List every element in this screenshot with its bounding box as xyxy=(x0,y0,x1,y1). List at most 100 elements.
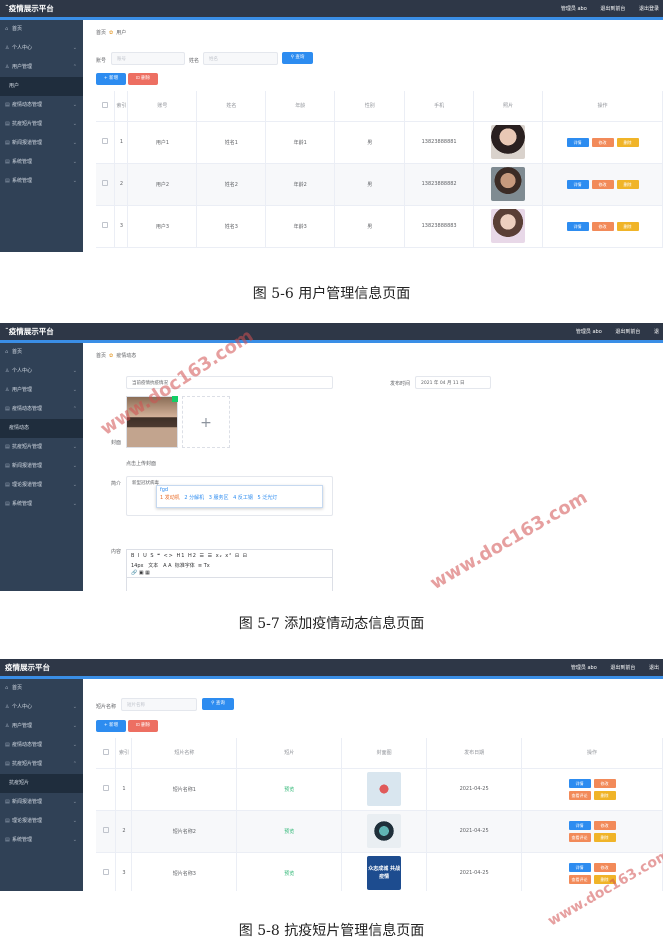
sidebar-item-system[interactable]: ▤ 系统管理 ⌄ xyxy=(0,495,83,514)
row-checkbox[interactable] xyxy=(102,180,109,186)
code-icon[interactable]: <> xyxy=(163,553,173,559)
col-index[interactable]: 索引 xyxy=(114,91,129,122)
sidebar-subitem-videos[interactable]: 抗疫短片 xyxy=(0,774,83,793)
sidebar-item-system[interactable]: ▤ 系统管理 ⌄ xyxy=(0,831,83,850)
ime-candidate[interactable]: 3 服务区 xyxy=(209,495,229,501)
row-delete-button[interactable]: 删除 xyxy=(616,179,639,189)
to-frontend-link[interactable]: 退出到前台 xyxy=(615,329,640,335)
sidebar-item-video[interactable]: ▤ 抗疫短片管理 ⌄ xyxy=(0,438,83,457)
sidebar-item-system[interactable]: ▤ 系统管理 ⌄ xyxy=(0,153,83,172)
h1-icon[interactable]: H1 xyxy=(176,553,185,559)
select-all-checkbox[interactable] xyxy=(102,748,109,755)
font-size-select[interactable]: 14px xyxy=(131,563,144,569)
upload-plus-icon[interactable]: + xyxy=(182,396,230,448)
underline-icon[interactable]: U xyxy=(143,553,148,559)
col-video-name[interactable]: 短片名称 xyxy=(131,738,238,769)
sidebar-item-epidemic[interactable]: ▤ 疫情动态管理 ⌃ xyxy=(0,400,83,419)
italic-icon[interactable]: I xyxy=(138,553,140,559)
sidebar-item-user-mgmt[interactable]: ♙ 用户管理 ⌃ xyxy=(0,58,83,77)
detail-button[interactable]: 详情 xyxy=(566,179,589,189)
bullet-list-icon[interactable]: ☰ xyxy=(208,553,213,559)
col-date[interactable]: 发布日期 xyxy=(426,738,523,769)
to-frontend-link[interactable]: 退出到前台 xyxy=(610,665,635,671)
h2-icon[interactable]: H2 xyxy=(188,553,197,559)
row-checkbox[interactable] xyxy=(102,138,109,144)
sidebar-item-epidemic[interactable]: ▤ 疫情动态管理 ⌄ xyxy=(0,736,83,755)
sidebar-item-profile[interactable]: ♙ 个人中心 ⌄ xyxy=(0,39,83,58)
col-account[interactable]: 账号 xyxy=(127,91,198,122)
view-comments-button[interactable]: 查看评论 xyxy=(568,832,591,842)
row-checkbox[interactable] xyxy=(102,222,109,228)
ordered-list-icon[interactable]: ☰ xyxy=(200,553,205,559)
superscript-icon[interactable]: x² xyxy=(225,553,232,559)
query-button[interactable]: ⚲ 查询 xyxy=(282,52,313,64)
strike-icon[interactable]: S xyxy=(150,553,154,559)
col-video[interactable]: 短片 xyxy=(236,738,343,769)
cell-video-preview[interactable]: 预览 xyxy=(236,852,343,891)
sidebar-item-profile[interactable]: ♙ 个人中心 ⌄ xyxy=(0,362,83,381)
sidebar-item-news[interactable]: ▤ 新闻报道管理 ⌄ xyxy=(0,457,83,476)
ime-candidate[interactable]: 4 反工钢 xyxy=(233,495,253,501)
ime-candidate[interactable]: 5 泛光灯 xyxy=(258,495,278,501)
edit-button[interactable]: 修改 xyxy=(593,820,616,830)
publish-date-input[interactable]: 2021 年 04 月 11 日 xyxy=(415,376,491,389)
rich-text-editor[interactable]: B I U S ❝ <> H1 H2 ☰ ☰ x₂ x² ⊟ ⊟ 14px 文本… xyxy=(126,549,333,591)
edit-button[interactable]: 修改 xyxy=(591,221,614,231)
image-icon[interactable]: ▣ xyxy=(139,570,144,576)
indent-icon[interactable]: ⊟ xyxy=(243,553,248,559)
sidebar-item-video[interactable]: ▤ 抗疫短片管理 ⌃ xyxy=(0,755,83,774)
detail-button[interactable]: 详情 xyxy=(566,137,589,147)
clear-format-icon[interactable]: Tx xyxy=(204,563,210,569)
align-icon[interactable]: ≡ xyxy=(198,563,202,569)
col-index[interactable]: 索引 xyxy=(115,738,133,769)
logout-link[interactable]: 退 xyxy=(654,329,659,335)
account-input[interactable]: 账号 xyxy=(111,52,185,65)
edit-button[interactable]: 修改 xyxy=(591,137,614,147)
query-button[interactable]: ⚲ 查询 xyxy=(202,698,234,710)
sidebar-item-system2[interactable]: ▤ 系统管理 ⌄ xyxy=(0,172,83,191)
edit-button[interactable]: 修改 xyxy=(593,778,616,788)
quote-icon[interactable]: ❝ xyxy=(157,553,161,559)
col-phone[interactable]: 手机 xyxy=(404,91,475,122)
logout-link[interactable]: 退出 xyxy=(649,665,659,671)
sidebar-item-user-mgmt[interactable]: ♙ 用户管理 ⌄ xyxy=(0,717,83,736)
sidebar-item-video[interactable]: ▤ 抗疫短片管理 ⌄ xyxy=(0,115,83,134)
sidebar-item-news[interactable]: ▤ 新闻报道管理 ⌄ xyxy=(0,134,83,153)
sidebar-item-user-mgmt[interactable]: ♙ 用户管理 ⌄ xyxy=(0,381,83,400)
to-frontend-link[interactable]: 退出到前台 xyxy=(600,6,625,12)
col-name[interactable]: 姓名 xyxy=(196,91,267,122)
row-checkbox[interactable] xyxy=(102,785,109,791)
view-comments-button[interactable]: 查看评论 xyxy=(568,874,591,884)
sidebar-item-news[interactable]: ▤ 新闻报道管理 ⌄ xyxy=(0,793,83,812)
col-age[interactable]: 年龄 xyxy=(265,91,336,122)
sidebar-item-home[interactable]: ⌂ 首页 xyxy=(0,20,83,39)
row-checkbox[interactable] xyxy=(102,869,109,875)
edit-button[interactable]: 修改 xyxy=(593,862,616,872)
view-comments-button[interactable]: 查看评论 xyxy=(568,790,591,800)
sidebar-item-theory[interactable]: ▤ 理论报道管理 ⌄ xyxy=(0,476,83,495)
delete-button[interactable]: ⊡ 删除 xyxy=(128,720,158,732)
sidebar-subitem-users[interactable]: 用户 xyxy=(0,77,83,96)
bg-color-icon[interactable]: A xyxy=(168,563,171,569)
outdent-icon[interactable]: ⊟ xyxy=(235,553,240,559)
sidebar-subitem-epidemic-news[interactable]: 疫情动态 xyxy=(0,419,83,438)
detail-button[interactable]: 详情 xyxy=(568,778,591,788)
row-delete-button[interactable]: 删除 xyxy=(593,790,616,800)
sidebar-item-epidemic[interactable]: ▤ 疫情动态管理 ⌄ xyxy=(0,96,83,115)
add-button[interactable]: + 新增 xyxy=(96,720,126,732)
ime-candidate[interactable]: 1 发动机 xyxy=(160,495,180,501)
video-name-input[interactable]: 短片名称 xyxy=(121,698,197,711)
font-color-icon[interactable]: A xyxy=(163,563,166,569)
row-delete-button[interactable]: 删除 xyxy=(616,221,639,231)
logout-link[interactable]: 退出登录 xyxy=(639,6,659,12)
font-family-select[interactable]: 标准字体 xyxy=(175,563,195,569)
row-delete-button[interactable]: 删除 xyxy=(593,832,616,842)
edit-button[interactable]: 修改 xyxy=(591,179,614,189)
add-button[interactable]: + 新增 xyxy=(96,73,126,85)
breadcrumb-home[interactable]: 首页 xyxy=(96,30,106,36)
bold-icon[interactable]: B xyxy=(131,553,135,559)
sidebar-item-theory[interactable]: ▤ 理论报道管理 ⌄ xyxy=(0,812,83,831)
row-checkbox[interactable] xyxy=(102,827,109,833)
detail-button[interactable]: 详情 xyxy=(566,221,589,231)
breadcrumb-home[interactable]: 首页 xyxy=(96,353,106,359)
